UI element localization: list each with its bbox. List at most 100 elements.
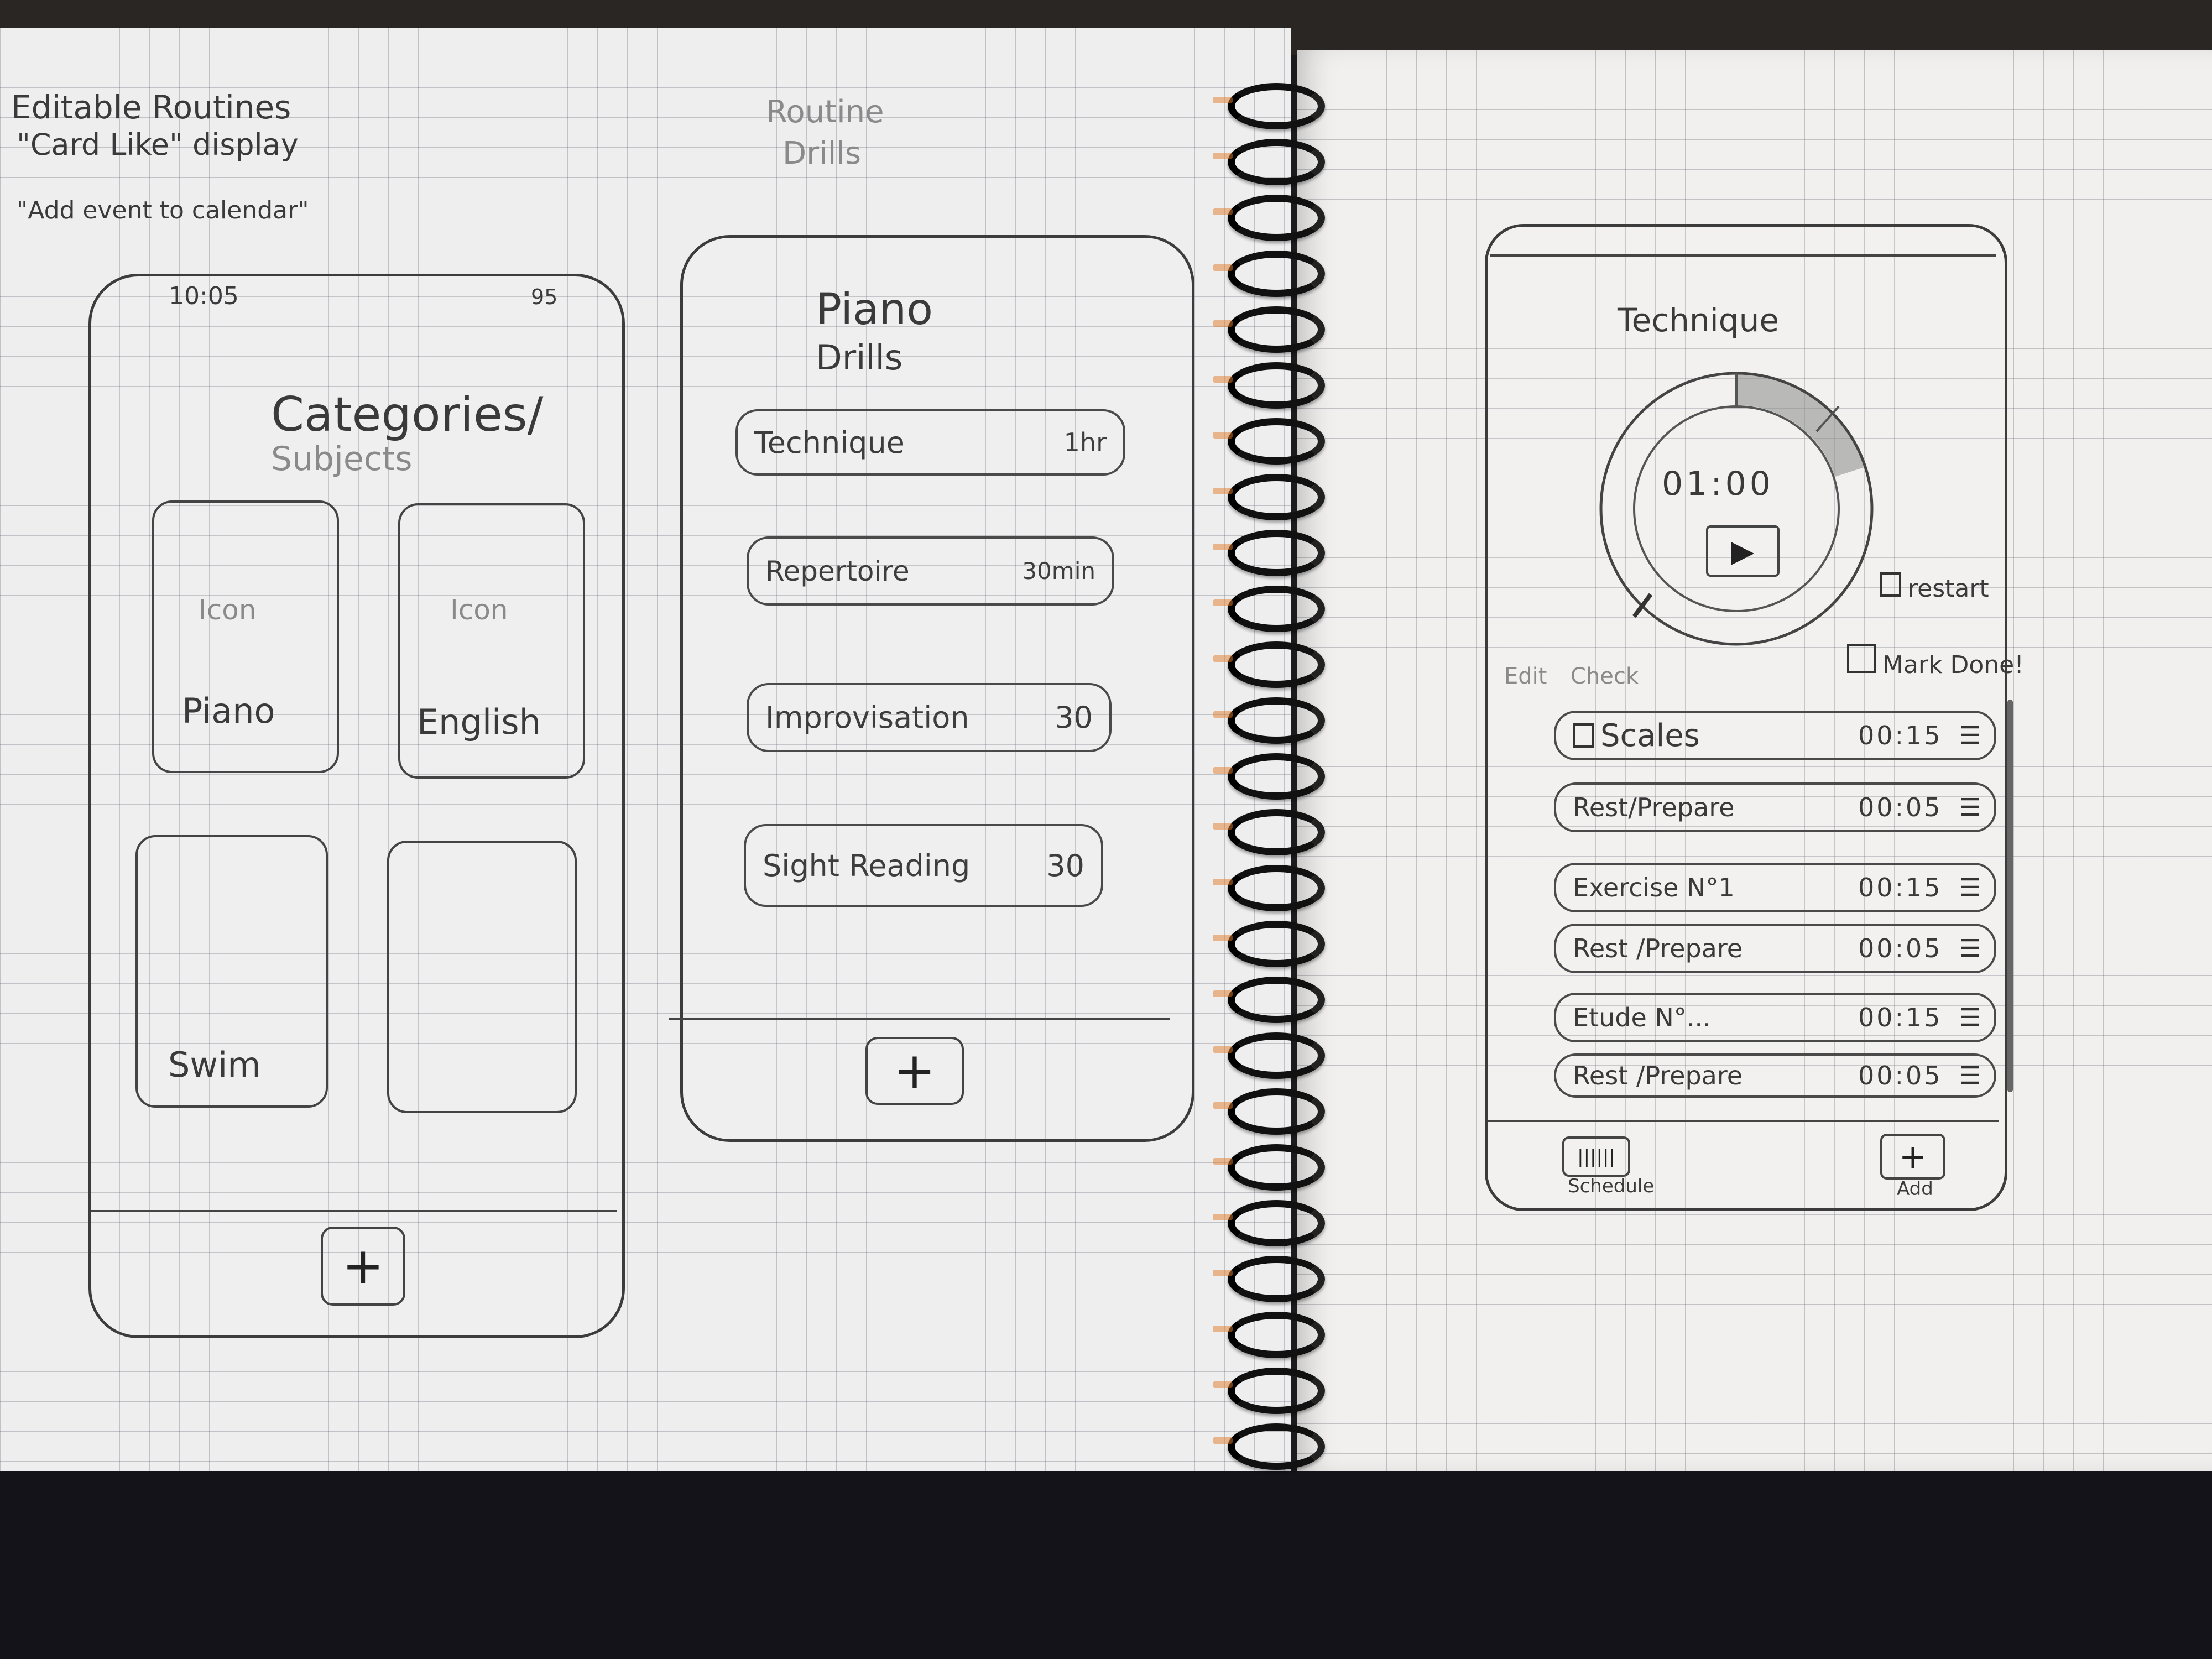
row-label: Scales [1600, 717, 1700, 754]
note-line-3: "Add event to calendar" [17, 196, 309, 225]
spiral-coil [1213, 83, 1325, 129]
page-subtitle: Drills [816, 337, 903, 378]
play-icon: ▶ [1731, 534, 1755, 568]
routine-row-exercise[interactable]: Exercise N°1 00:15 ☰ [1554, 863, 1996, 912]
drill-item-technique[interactable]: Technique 1hr [735, 409, 1125, 476]
page-title: Technique [1618, 301, 1780, 339]
category-card-english[interactable]: Icon English [398, 503, 585, 779]
scrollbar[interactable] [2007, 700, 2013, 1092]
note-line-2: "Card Like" display [17, 127, 299, 162]
row-time: 00:05 [1858, 792, 1943, 822]
plus-icon: + [1898, 1137, 1927, 1176]
restart-button[interactable]: restart [1880, 572, 1989, 603]
category-card-swim[interactable]: Swim [135, 835, 328, 1108]
plus-icon: + [342, 1237, 384, 1295]
note-routine: Routine [766, 94, 884, 130]
add-label: Add [1897, 1178, 1933, 1200]
spiral-coil [1213, 418, 1325, 465]
spiral-coil [1213, 697, 1325, 744]
row-label: Rest /Prepare [1573, 1061, 1743, 1091]
row-label: Exercise N°1 [1573, 873, 1735, 902]
calendar-icon: |||||| [1577, 1145, 1615, 1168]
restart-label: restart [1908, 575, 1989, 603]
spiral-coil [1213, 1032, 1325, 1079]
spiral-coil [1213, 809, 1325, 855]
category-card-empty[interactable] [387, 841, 577, 1113]
spiral-coil [1213, 921, 1325, 967]
drag-handle-icon[interactable]: ☰ [1959, 1062, 1981, 1090]
routine-row-etude[interactable]: Etude N°... 00:15 ☰ [1554, 993, 1996, 1042]
page-subtitle: Subjects [271, 440, 413, 478]
drill-item-sight-reading[interactable]: Sight Reading 30 [744, 824, 1103, 907]
note-line-1: Editable Routines [11, 88, 291, 126]
drill-name: Sight Reading [763, 848, 971, 883]
row-label: Rest/Prepare [1573, 792, 1735, 822]
schedule-button[interactable]: |||||| [1562, 1136, 1630, 1177]
spiral-coil [1213, 362, 1325, 409]
spiral-coil [1213, 1088, 1325, 1135]
spiral-coil [1213, 753, 1325, 800]
row-time: 00:15 [1858, 721, 1943, 750]
spiral-coil [1213, 977, 1325, 1023]
category-card-piano[interactable]: Icon Piano [152, 500, 339, 773]
play-button[interactable]: ▶ [1706, 525, 1780, 577]
icon-placeholder: Icon [199, 594, 257, 626]
check-column-label: Check [1571, 664, 1639, 689]
icon-placeholder: Icon [450, 594, 508, 626]
drag-handle-icon[interactable]: ☰ [1959, 722, 1981, 750]
category-label: Piano [182, 691, 275, 731]
bottom-bar-divider [1488, 1120, 1999, 1122]
spiral-coil [1213, 1144, 1325, 1191]
routine-row-rest-2[interactable]: Rest /Prepare 00:05 ☰ [1554, 924, 1996, 973]
checkbox-icon [1847, 644, 1876, 673]
drill-name: Improvisation [765, 700, 969, 735]
routine-row-rest-1[interactable]: Rest/Prepare 00:05 ☰ [1554, 782, 1996, 832]
row-checkbox[interactable] [1573, 723, 1594, 748]
spiral-coil [1213, 1256, 1325, 1302]
add-category-button[interactable]: + [321, 1227, 405, 1306]
drill-duration: 30min [1022, 557, 1095, 585]
drill-item-improvisation[interactable]: Improvisation 30 [747, 683, 1112, 752]
row-time: 00:05 [1858, 933, 1943, 963]
drag-handle-icon[interactable]: ☰ [1959, 935, 1981, 963]
schedule-label: Schedule [1568, 1175, 1655, 1197]
note-drills: Drills [782, 135, 861, 171]
add-routine-button[interactable]: + [1880, 1134, 1945, 1180]
row-time: 00:05 [1858, 1061, 1943, 1091]
drill-name: Repertoire [765, 555, 910, 587]
spiral-coil [1213, 1200, 1325, 1246]
mark-done-checkbox[interactable]: Mark Done! [1847, 644, 2024, 679]
spiral-coil [1213, 586, 1325, 632]
desk-background-bottom [0, 1471, 2212, 1659]
status-battery: 95 [531, 285, 558, 309]
spiral-coil [1213, 1423, 1325, 1470]
restart-icon [1880, 572, 1901, 597]
timer-ring [1599, 372, 1874, 646]
category-label: English [417, 702, 541, 742]
timer-display: 01:00 [1662, 465, 1774, 503]
spiral-coil [1213, 1312, 1325, 1358]
timer-progress-arc [1736, 374, 1864, 477]
add-drill-button[interactable]: + [865, 1037, 964, 1105]
spiral-coil [1213, 251, 1325, 297]
row-time: 00:15 [1858, 873, 1943, 902]
spiral-coil [1213, 530, 1325, 576]
page-title: Categories/ [271, 387, 544, 442]
bottom-bar-divider [669, 1018, 1170, 1020]
routine-row-scales[interactable]: Scales 00:15 ☰ [1554, 711, 1996, 760]
drill-item-repertoire[interactable]: Repertoire 30min [747, 536, 1114, 606]
drag-handle-icon[interactable]: ☰ [1959, 794, 1981, 822]
status-time: 10:05 [169, 282, 239, 310]
spiral-coil [1213, 306, 1325, 353]
spiral-coil [1213, 641, 1325, 688]
drag-handle-icon[interactable]: ☰ [1959, 874, 1981, 902]
drag-handle-icon[interactable]: ☰ [1959, 1004, 1981, 1032]
drill-name: Technique [754, 425, 905, 460]
row-time: 00:15 [1858, 1003, 1943, 1032]
spiral-coil [1213, 139, 1325, 185]
drill-duration: 30 [1046, 848, 1084, 883]
routine-row-rest-3[interactable]: Rest /Prepare 00:05 ☰ [1554, 1053, 1996, 1098]
row-label: Rest /Prepare [1573, 933, 1743, 963]
page-title: Piano [816, 285, 933, 335]
plus-icon: + [894, 1042, 936, 1100]
